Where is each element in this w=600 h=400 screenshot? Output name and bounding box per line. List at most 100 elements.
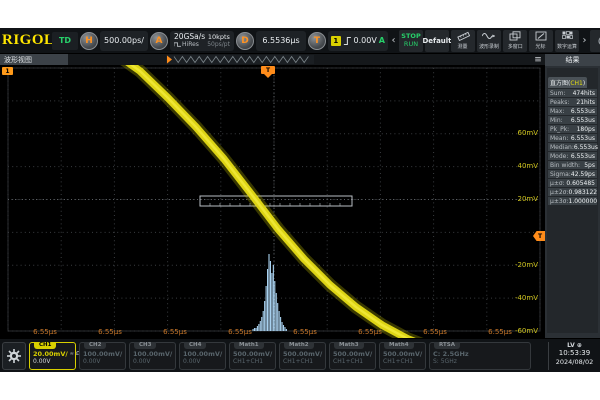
stat-row: Sum:474hits <box>548 89 597 97</box>
channel-scale: 100.00mV/ <box>133 350 172 358</box>
t-axis-label: 6.55µs <box>423 328 447 336</box>
channel-tab: CH2 <box>84 342 106 349</box>
trigger-info[interactable]: 1 0.00V A <box>328 31 388 51</box>
stat-row: Min:6.553us <box>548 116 597 124</box>
v-axis-label: -40mV <box>515 294 538 302</box>
toolbar-scroll-left[interactable]: ‹ <box>390 35 397 46</box>
channel-offset: CH1+CH1 <box>283 358 322 365</box>
graticule-plot <box>0 65 545 338</box>
timebase-value[interactable]: 500.00ps/ <box>100 31 148 51</box>
channel-box-math3[interactable]: Math3500.00mV/CH1+CH1 <box>329 342 376 370</box>
rtsa-box[interactable]: RTSA C: 2.5GHz S: 5GHz <box>429 342 531 370</box>
trigger-level-value: 0.00V <box>354 36 377 45</box>
acquire-knob[interactable]: A <box>150 32 168 50</box>
channel-tab: CH1 <box>34 342 56 349</box>
channel-scale: 500.00mV/ <box>333 350 372 358</box>
stat-row: Peaks:21hits <box>548 98 597 106</box>
trigger-knob[interactable]: T <box>308 32 326 50</box>
rigol-logo: RIGOL <box>2 32 50 49</box>
tab-waveform-view[interactable]: 波形视图 <box>0 54 68 65</box>
channel-offset: 0.00V <box>83 358 122 365</box>
beeper-icon: ⊕ <box>577 342 582 349</box>
stat-row: Mean:6.553us <box>548 134 597 142</box>
sample-rate: 20GSa/s <box>174 33 205 41</box>
trigger-status-button[interactable]: TD <box>52 32 78 50</box>
channel-status-bar: CH120.00mV/≈Ω0.00VCH2100.00mV/0.00VCH310… <box>0 338 600 372</box>
menu-icon[interactable]: ≡ <box>531 54 545 65</box>
system-time: 10:53:39 <box>551 349 598 358</box>
results-title: 结果 <box>545 54 600 66</box>
channel-box-math1[interactable]: Math1500.00mV/CH1+CH1 <box>229 342 276 370</box>
dvm-label: 数字运算 <box>557 42 577 49</box>
dvm-button[interactable]: 数字运算 <box>555 30 579 52</box>
grid-icon <box>562 31 573 41</box>
v-axis-label: 60mV <box>517 129 538 137</box>
channel-box-math2[interactable]: Math2500.00mV/CH1+CH1 <box>279 342 326 370</box>
rising-edge-icon <box>343 36 352 46</box>
run-stop-button[interactable]: STOP RUN <box>399 30 423 52</box>
stop-label: STOP <box>401 33 420 40</box>
channel-box-math4[interactable]: Math4500.00mV/CH1+CH1 <box>379 342 426 370</box>
acquire-info[interactable]: 20GSa/s HiRes 10kpts 50ps/pt <box>170 31 234 51</box>
measure-button[interactable]: 测量 <box>451 30 475 52</box>
stat-row: μ±σ:0.605485 <box>548 179 597 187</box>
channel1-marker[interactable]: 1 <box>2 67 13 75</box>
t-axis-label: 6.55µs <box>293 328 317 336</box>
screenshot-page: RIGOL TD H 500.00ps/ A 20GSa/s HiRes 10k… <box>0 0 600 400</box>
cube-icon <box>509 31 521 41</box>
oscilloscope-screen: RIGOL TD H 500.00ps/ A 20GSa/s HiRes 10k… <box>0 28 600 372</box>
refresh-button[interactable] <box>590 30 600 52</box>
memory-depth: 10kpts <box>207 33 230 41</box>
t-axis-label: 6.55µs <box>163 328 187 336</box>
channel-offset: 0.00V <box>133 358 172 365</box>
wave-record-icon <box>482 31 496 41</box>
channel-offset: 0.00V <box>183 358 222 365</box>
multiwindow-button[interactable]: 多窗口 <box>503 30 527 52</box>
trigger-sweep-mode: A <box>379 36 385 45</box>
lan-status-indicator: LV <box>567 342 575 349</box>
v-axis-label: -20mV <box>515 261 538 269</box>
v-axis-label: 40mV <box>517 162 538 170</box>
settings-button[interactable] <box>2 342 26 370</box>
trigger-position-marker[interactable]: T <box>261 66 275 74</box>
trigger-source-badge: 1 <box>331 36 341 46</box>
waveform-overview-strip[interactable] <box>166 55 314 64</box>
channel-offset: 0.00V <box>33 358 72 365</box>
overview-position-marker <box>167 56 172 64</box>
stat-row: Max:6.553us <box>548 107 597 115</box>
default-label: Default <box>422 37 451 45</box>
horizontal-knob[interactable]: H <box>80 32 98 50</box>
wave-record-button[interactable]: 波形录制 <box>477 30 501 52</box>
stat-row: Mode:6.553us <box>548 152 597 160</box>
channel-scale: 500.00mV/ <box>383 350 422 358</box>
wave-record-label: 波形录制 <box>479 42 499 49</box>
channel-box-ch4[interactable]: CH4100.00mV/0.00V <box>179 342 226 370</box>
stat-row: Bin width:5ps <box>548 161 597 169</box>
histogram-result-tab[interactable]: 直方图(CH1) <box>548 77 587 88</box>
channel-box-ch1[interactable]: CH120.00mV/≈Ω0.00V <box>29 342 76 370</box>
stat-row: μ±3σ:1.000000 <box>548 197 597 205</box>
channel-box-ch2[interactable]: CH2100.00mV/0.00V <box>79 342 126 370</box>
channel-scale: 500.00mV/ <box>283 350 322 358</box>
channel-scale: 100.00mV/ <box>83 350 122 358</box>
channel-scale: 100.00mV/ <box>183 350 222 358</box>
ruler-icon <box>457 31 470 41</box>
default-button[interactable]: Default <box>425 30 449 52</box>
histogram-tab-suffix: ) <box>583 80 585 87</box>
top-toolbar: RIGOL TD H 500.00ps/ A 20GSa/s HiRes 10k… <box>0 28 600 54</box>
v-axis-label: 20mV <box>517 195 538 203</box>
acquire-mode: HiRes <box>182 41 199 49</box>
statusbar-divider <box>548 342 549 370</box>
waveform-display-area[interactable]: 60mV40mV20mV-20mV-40mV-60mV 6.55µs6.55µs… <box>0 65 545 338</box>
channel-tab: Math2 <box>284 342 314 349</box>
channel-scale: 20.00mV/≈Ω <box>33 350 72 358</box>
cursor-button[interactable]: 光标 <box>529 30 553 52</box>
delay-knob[interactable]: D <box>236 32 254 50</box>
channel-box-ch3[interactable]: CH3100.00mV/0.00V <box>129 342 176 370</box>
system-date: 2024/08/02 <box>551 358 598 366</box>
delay-value[interactable]: 6.5536µs <box>256 31 306 51</box>
toolbar-scroll-right[interactable]: › <box>581 35 588 46</box>
rtsa-center-freq: C: 2.5GHz <box>433 350 527 358</box>
channel-scale: 500.00mV/ <box>233 350 272 358</box>
clock-box[interactable]: LV ⊕ 10:53:39 2024/08/02 <box>551 342 598 370</box>
